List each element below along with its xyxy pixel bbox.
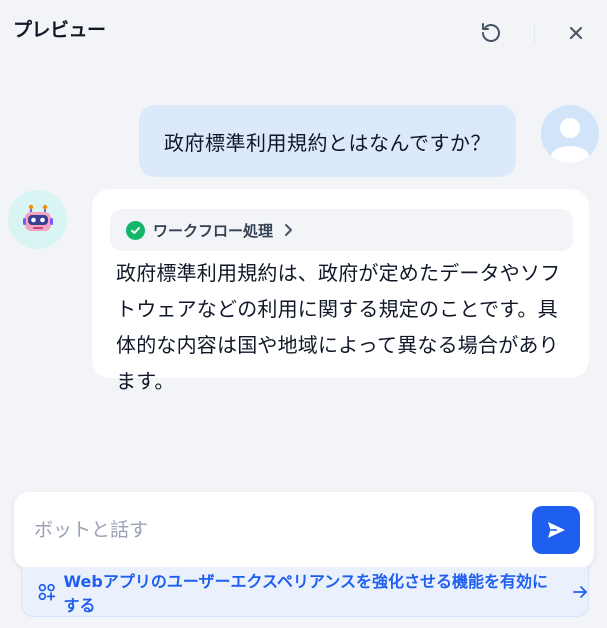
bot-message-bubble: ワークフロー処理 政府標準利用規約は、政府が定めたデータやソフトウェアなどの利用…	[92, 189, 589, 393]
robot-icon	[22, 204, 53, 231]
enable-features-text: Webアプリのユーザーエクスペリアンスを強化させる機能を有効にする	[63, 571, 548, 615]
close-icon	[570, 27, 582, 39]
workflow-process-toggle[interactable]: ワークフロー処理	[110, 209, 573, 251]
grid-plus-icon	[38, 583, 56, 601]
header-divider	[534, 23, 535, 43]
workflow-label: ワークフロー処理	[153, 221, 274, 240]
chat-input[interactable]	[34, 514, 514, 546]
preview-panel: プレビュー 政府標準利用規約とはなんですか？ ワークフロー処理 政府標準利用規約…	[0, 0, 607, 628]
chat-input-container	[14, 492, 594, 568]
enable-features-banner[interactable]: Webアプリのユーザーエクスペリアンスを強化させる機能を有効にする	[21, 567, 589, 617]
bot-message-text: 政府標準利用規約は、政府が定めたデータやソフトウェアなどの利用に関する規定のこと…	[116, 261, 561, 393]
send-button[interactable]	[532, 506, 580, 554]
close-button[interactable]	[561, 18, 591, 48]
user-message-bubble: 政府標準利用規約とはなんですか？	[139, 105, 516, 177]
send-icon	[548, 522, 565, 538]
check-circle-icon	[126, 220, 145, 240]
user-avatar	[541, 105, 599, 163]
bot-avatar	[8, 190, 67, 249]
panel-title: プレビュー	[13, 19, 106, 41]
user-message-text: 政府標準利用規約とはなんですか？	[164, 130, 491, 155]
arrow-right-icon	[572, 585, 588, 599]
chevron-right-icon	[283, 223, 293, 237]
refresh-icon	[482, 23, 500, 42]
refresh-button[interactable]	[476, 18, 506, 48]
user-avatar-icon	[541, 105, 599, 163]
